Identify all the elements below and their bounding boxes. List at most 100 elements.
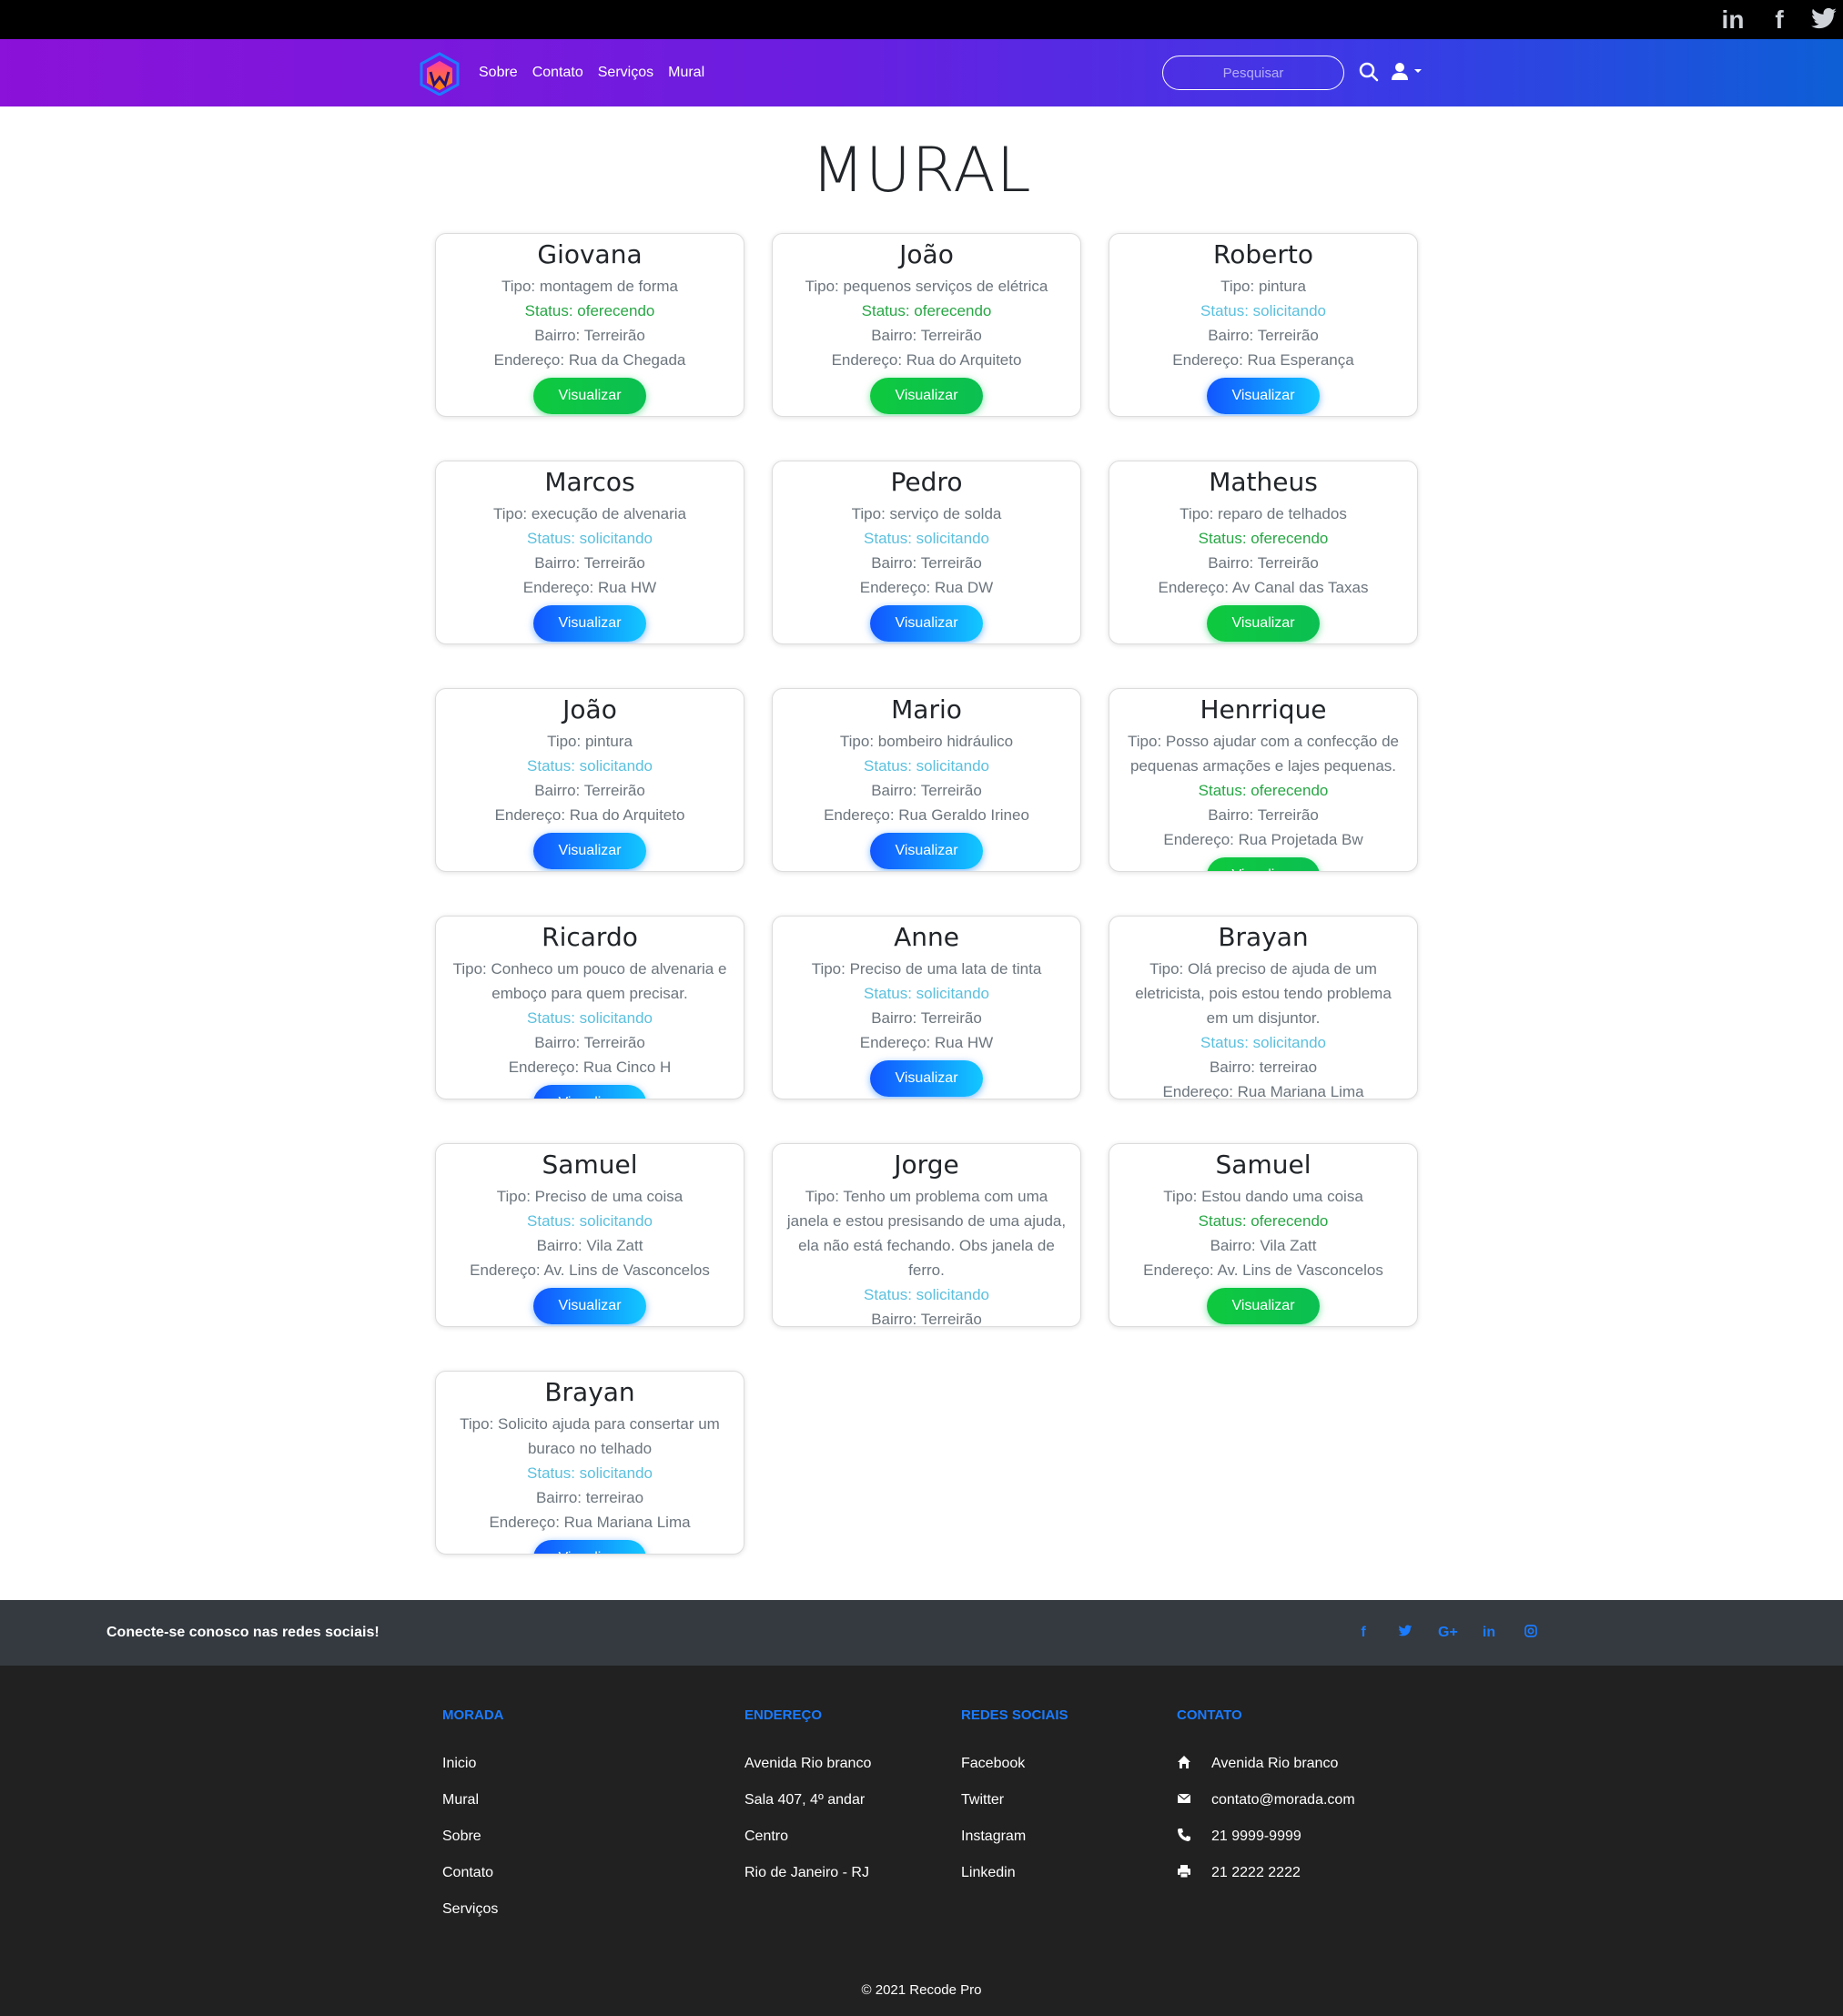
card-endereco: Endereço: Rua Geraldo Irineo	[824, 806, 1029, 824]
footer-link-instagram[interactable]: Instagram	[961, 1828, 1068, 1864]
contact-address: Avenida Rio branco	[1177, 1755, 1355, 1791]
card-tipo: emboço para quem precisar.	[491, 985, 688, 1002]
visualizar-button[interactable]: Visualizar	[533, 833, 646, 869]
user-menu-icon[interactable]	[1391, 62, 1423, 82]
card-endereco: Endereço: Rua do Arquiteto	[831, 351, 1022, 369]
card-tipo: Tipo: Solicito ajuda para consertar um	[460, 1415, 720, 1433]
address-line: Sala 407, 4º andar	[744, 1792, 866, 1808]
twitter-icon[interactable]	[1396, 1624, 1414, 1643]
nav-link-servicos[interactable]: Serviços	[598, 65, 653, 81]
card-tipo: janela e estou presisando de uma ajuda,	[786, 1212, 1067, 1230]
morada-logo[interactable]	[420, 52, 460, 96]
visualizar-button[interactable]: Visualizar	[870, 605, 983, 642]
nav-link-mural[interactable]: Mural	[668, 65, 704, 81]
mural-card: Pedro Tipo: serviço de solda Status: solic…	[772, 461, 1081, 644]
visualizar-button[interactable]: Visualizar	[870, 833, 983, 869]
linkedin-icon[interactable]: in	[1717, 5, 1748, 35]
card-tipo: Tipo: pequenos serviços de elétrica	[805, 278, 1048, 295]
card-status: Status: solicitando	[527, 1212, 653, 1230]
footer-link-inicio[interactable]: Inicio	[442, 1755, 504, 1791]
card-tipo: Tipo: pintura	[547, 733, 633, 750]
card-endereco: Endereço: Rua HW	[522, 579, 657, 596]
linkedin-icon[interactable]: in	[1480, 1625, 1498, 1641]
visualizar-button[interactable]: Visualizar	[533, 1288, 646, 1324]
mural-card: Jorge Tipo: Tenho um problema com uma jane…	[772, 1143, 1081, 1327]
navbar: Sobre Contato Serviços Mural	[0, 39, 1843, 106]
nav-link-contato[interactable]: Contato	[532, 65, 583, 81]
card-name: Ricardo	[542, 922, 638, 952]
card-name: Mario	[891, 694, 962, 724]
card-tipo: Tipo: execução de alvenaria	[492, 505, 686, 522]
footer-link-mural[interactable]: Mural	[442, 1791, 504, 1828]
card-tipo: Tipo: bombeiro hidráulico	[839, 733, 1014, 750]
contact-phone[interactable]: 21 9999-9999	[1177, 1828, 1355, 1864]
card-tipo: eletricista, pois estou tendo problema	[1135, 985, 1392, 1002]
card-bairro: Bairro: terreirao	[1209, 1059, 1318, 1076]
contact-text: Avenida Rio branco	[1211, 1756, 1339, 1771]
card-endereco: Endereço: Rua DW	[859, 579, 994, 596]
footer-link-sobre[interactable]: Sobre	[442, 1828, 504, 1864]
card-tipo: ela não está fechando. Obs janela de	[798, 1237, 1055, 1254]
mural-card: Brayan Tipo: Olá preciso de ajuda de um el…	[1109, 916, 1418, 1099]
visualizar-button[interactable]: Visualizar	[1207, 857, 1320, 871]
footer-link-servicos[interactable]: Serviços	[442, 1900, 504, 1937]
card-name: Samuel	[542, 1150, 638, 1180]
mural-card: João Tipo: pequenos serviços de elétrica S…	[772, 233, 1081, 417]
top-social-bar: in f	[0, 0, 1843, 39]
nav-link-sobre[interactable]: Sobre	[479, 65, 518, 81]
card-status: Status: oferecendo	[1198, 782, 1329, 799]
card-name: Giovana	[537, 239, 643, 269]
contact-email[interactable]: contato@morada.com	[1177, 1791, 1355, 1828]
visualizar-button[interactable]: Visualizar	[1207, 1288, 1320, 1324]
card-bairro: Bairro: terreirao	[535, 1489, 644, 1506]
mural-card: Ricardo Tipo: Conheco um pouco de alvenar…	[435, 916, 744, 1099]
card-endereco: Endereço: Rua da Chegada	[493, 351, 686, 369]
card-endereco: Endereço: Av. Lins de Vasconcelos	[470, 1261, 710, 1279]
card-endereco: Endereço: Av. Lins de Vasconcelos	[1143, 1261, 1383, 1279]
social-strip: Conecte-se conosco nas redes sociais! f …	[0, 1600, 1843, 1666]
visualizar-button[interactable]: Visualizar	[533, 1540, 646, 1554]
instagram-icon[interactable]	[1522, 1624, 1540, 1643]
card-name: Brayan	[1218, 922, 1309, 952]
footer-link-linkedin[interactable]: Linkedin	[961, 1864, 1068, 1900]
card-endereco: Endereço: Rua HW	[859, 1034, 994, 1051]
card-status: Status: solicitando	[527, 1464, 653, 1482]
card-tipo: Tipo: Conheco um pouco de alvenaria e	[452, 960, 727, 978]
visualizar-button[interactable]: Visualizar	[533, 1085, 646, 1099]
visualizar-button[interactable]: Visualizar	[1207, 378, 1320, 414]
footer-link-facebook[interactable]: Facebook	[961, 1755, 1068, 1791]
social-strip-text: Conecte-se conosco nas redes sociais!	[106, 1625, 380, 1640]
card-status: Status: oferecendo	[1198, 1212, 1329, 1230]
card-tipo: Tipo: serviço de solda	[851, 505, 1002, 522]
footer-heading: ENDEREÇO	[744, 1707, 823, 1723]
card-bairro: Bairro: Terreirão	[534, 554, 645, 572]
card-status: Status: oferecendo	[524, 302, 655, 319]
visualizar-button[interactable]: Visualizar	[533, 378, 646, 414]
search-input[interactable]	[1162, 56, 1344, 90]
card-tipo: Tipo: Estou dando uma coisa	[1163, 1188, 1363, 1205]
twitter-icon[interactable]	[1808, 5, 1839, 35]
card-bairro: Bairro: Terreirão	[871, 1009, 982, 1027]
visualizar-button[interactable]: Visualizar	[870, 378, 983, 414]
card-tipo: Tipo: Preciso de uma coisa	[496, 1188, 684, 1205]
card-status: Status: solicitando	[527, 757, 653, 775]
visualizar-button[interactable]: Visualizar	[1207, 605, 1320, 642]
card-tipo: buraco no telhado	[527, 1440, 653, 1457]
footer-link-contato[interactable]: Contato	[442, 1864, 504, 1900]
card-name: Anne	[894, 922, 959, 952]
card-endereco: Endereço: Rua Projetada Bw	[1163, 831, 1363, 848]
google-plus-icon[interactable]: G+	[1438, 1625, 1458, 1641]
search-icon[interactable]	[1358, 61, 1380, 83]
page-title: MURAL	[811, 135, 1032, 207]
card-name: Matheus	[1209, 467, 1318, 497]
card-tipo: Tipo: Posso ajudar com a confecção de	[1128, 733, 1399, 750]
visualizar-button[interactable]: Visualizar	[870, 1060, 983, 1097]
visualizar-button[interactable]: Visualizar	[533, 605, 646, 642]
card-name: Jorge	[894, 1150, 959, 1180]
card-name: Marcos	[544, 467, 635, 497]
facebook-icon[interactable]: f	[1354, 1625, 1372, 1641]
mural-card: Henrrique Tipo: Posso ajudar com a confec…	[1109, 688, 1418, 872]
copyright: © 2021 Recode Pro	[861, 1982, 982, 1998]
facebook-icon[interactable]: f	[1764, 5, 1795, 35]
footer-link-twitter[interactable]: Twitter	[961, 1791, 1068, 1828]
